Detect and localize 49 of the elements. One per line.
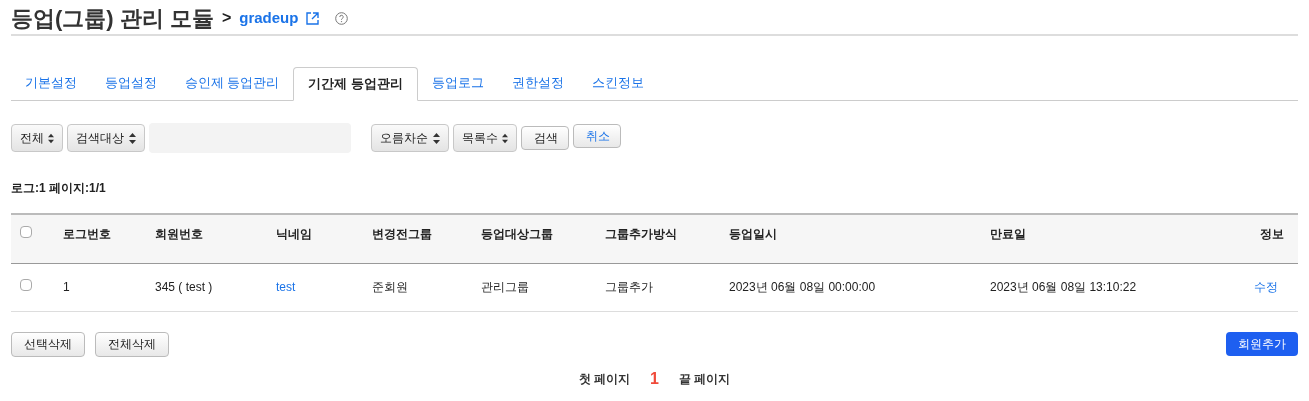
updown-icon	[433, 132, 440, 144]
tab[interactable]: 등업설정	[91, 67, 171, 100]
first-page-link[interactable]: 첫 페이지	[578, 369, 631, 388]
tab[interactable]: 스킨정보	[577, 67, 658, 100]
table-cell: 관리그룹	[481, 263, 605, 311]
page-title: 등업(그룹) 관리 모듈	[11, 4, 214, 33]
column-header: 회원번호	[155, 214, 276, 263]
help-icon[interactable]	[335, 11, 349, 25]
column-header: 정보	[1226, 214, 1298, 263]
table-link[interactable]: 수정	[1226, 263, 1298, 311]
page-link[interactable]: 1	[650, 366, 659, 391]
table-cell: 345 ( test )	[155, 263, 276, 311]
column-header: 등업대상그룹	[481, 214, 605, 263]
column-header: 등업일시	[729, 214, 990, 263]
tab[interactable]: 등업로그	[417, 67, 498, 100]
column-header: 변경전그룹	[372, 214, 481, 263]
last-page-link[interactable]: 끝 페이지	[678, 369, 731, 388]
column-header: 만료일	[990, 214, 1227, 263]
delete-selected-button[interactable]: 선택삭제	[11, 331, 85, 357]
updown-icon	[129, 132, 136, 144]
column-header: 로그번호	[63, 214, 155, 263]
table-cell: 준회원	[372, 263, 481, 311]
column-header: 그룹추가방식	[605, 214, 729, 263]
column-header: 닉네임	[276, 214, 372, 263]
checkbox[interactable]	[20, 226, 32, 238]
delete-all-button[interactable]: 전체삭제	[95, 331, 169, 357]
table-cell: 그룹추가	[605, 263, 729, 311]
add-member-button[interactable]: 회원추가	[1226, 332, 1298, 356]
updown-icon	[48, 132, 54, 144]
table-cell: 2023년 06월 08일 00:00:00	[729, 263, 990, 311]
table-cell: 1	[63, 263, 155, 311]
tab[interactable]: 기간제 등업관리	[293, 67, 418, 101]
tab[interactable]: 승인제 등업관리	[171, 67, 294, 100]
table-link[interactable]: test	[276, 263, 372, 311]
breadcrumb-separator: >	[221, 8, 232, 28]
dropdown[interactable]: 오름차순	[371, 124, 449, 152]
log-summary: 로그:1 페이지:1/1	[11, 180, 107, 197]
checkbox[interactable]	[20, 279, 32, 291]
dropdown[interactable]: 전체	[11, 124, 63, 152]
updown-icon	[502, 132, 508, 144]
tab[interactable]: 권한설정	[497, 67, 578, 100]
module-link[interactable]: gradeup	[239, 6, 299, 30]
table-cell: 2023년 06월 08일 13:10:22	[990, 263, 1227, 311]
external-link-icon[interactable]	[306, 11, 320, 25]
search-button[interactable]: 검색	[521, 126, 569, 150]
tab[interactable]: 기본설정	[11, 67, 91, 100]
dropdown[interactable]: 목록수	[453, 124, 517, 152]
cancel-button[interactable]: 취소	[573, 124, 621, 148]
dropdown[interactable]: 검색대상	[67, 124, 145, 152]
